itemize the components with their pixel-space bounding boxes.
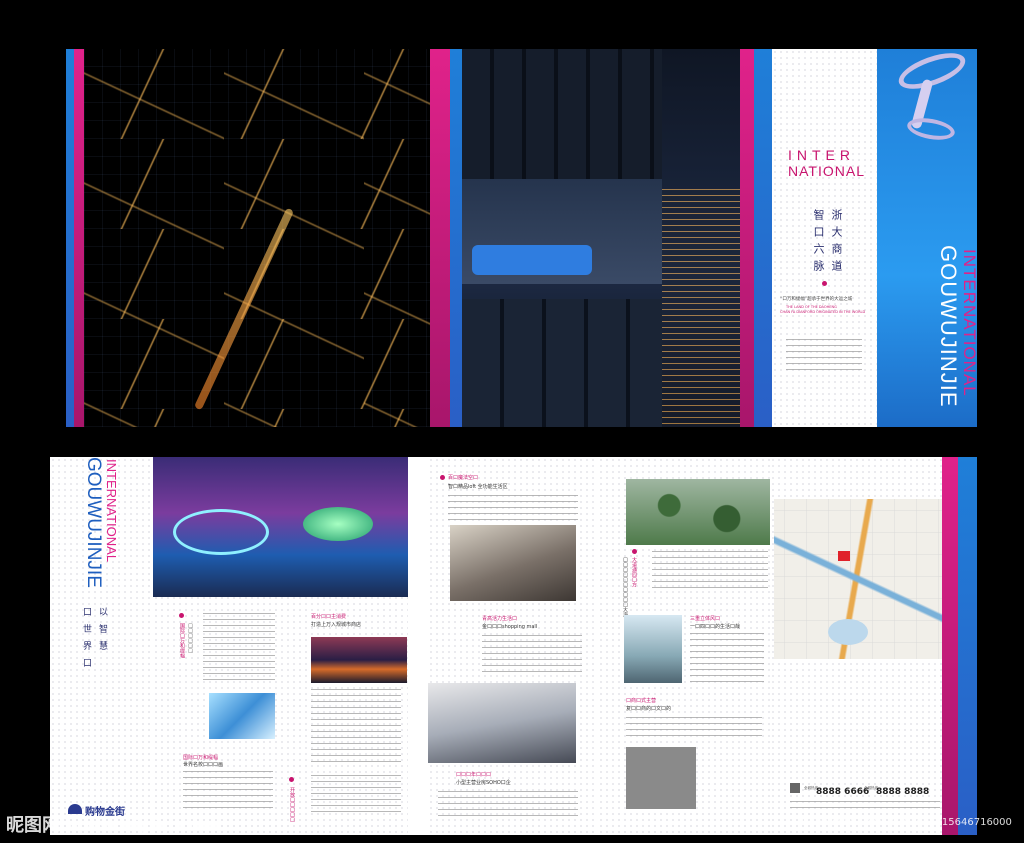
slogan-column-2: 口世界口 <box>81 607 91 675</box>
national-heading: NATIONAL <box>788 163 865 179</box>
bottom-spread: INTERNATIONAL GOUWUJINJIE 以智慧 口世界口 购物金街 … <box>50 457 977 835</box>
section4-sub: 金口口口shopping mall <box>482 624 538 630</box>
section7-title: 三重立体风口 <box>690 616 721 622</box>
contact-fine-print <box>790 801 940 813</box>
phone-number-a: 8888 6666 <box>816 787 870 797</box>
cover-brand-international: INTERNATIONAL <box>960 249 977 397</box>
map-lake <box>828 619 868 645</box>
top-spread: INTER NATIONAL 浙大商道 智口六脉 “口万和缇幅”超承于世界的大运… <box>50 49 977 427</box>
top-right-blue-stripe <box>754 49 772 427</box>
section1-body-text <box>203 613 275 683</box>
tagline-en-2: CHAN FA DIANFORD ORIGINATED IN THE WORLD <box>780 310 866 314</box>
top-left-pink-stripe <box>74 49 84 427</box>
blue-sofa <box>472 245 592 275</box>
ribbon-figure-illustration <box>877 49 977 159</box>
map-pink-stripe <box>942 457 958 835</box>
location-pin-icon <box>822 281 827 286</box>
office-interior-photo <box>428 683 576 763</box>
highway-interchange-photo <box>311 637 407 683</box>
section6-pin-icon <box>632 549 637 554</box>
info-panel: INTER NATIONAL 浙大商道 智口六脉 “口万和缇幅”超承于世界的大运… <box>772 49 877 427</box>
info-body-text <box>786 339 862 371</box>
nature-panel: 大道通四口方 口口口口口口口口口口大海 三重立体风口 一口四口口的生活口哉 口商… <box>598 457 770 835</box>
section3-sub: 智口精品loft 全功能生活区 <box>448 484 508 490</box>
section5-title: 口口口年口口口 <box>456 772 492 778</box>
brand-panel: INTERNATIONAL GOUWUJINJIE 以智慧 口世界口 购物金街 <box>50 457 153 835</box>
location-map <box>774 499 942 659</box>
section-world-sub: 世界名校口口口画 <box>183 762 224 768</box>
section5-body-text <box>438 791 578 821</box>
tower-atrium-photo <box>624 615 682 683</box>
section7-sub: 一口四口口的生活口哉 <box>690 624 741 630</box>
map-panel: 全城热线 8888 6666 全城热线 8888 8888 <box>770 457 977 835</box>
top-mid-blue-stripe <box>450 49 462 427</box>
city-night-aerial-photo <box>84 49 430 427</box>
section7-body-text <box>690 633 764 683</box>
section3-pin-icon <box>440 475 445 480</box>
watermark-site: 昵图网 www.nipic.com <box>6 815 220 836</box>
section2b-pin-icon <box>289 777 294 782</box>
section3-title: 百口魔法空口 <box>448 475 479 481</box>
section3-body-text <box>448 495 578 521</box>
glass-facade <box>462 49 662 179</box>
heading-column-2: 智口六脉 <box>812 209 825 277</box>
top-right-pink-stripe <box>740 49 754 427</box>
inter-heading: INTER <box>788 147 855 163</box>
skyline-lights <box>662 189 740 427</box>
section4-body-text <box>482 635 582 675</box>
section8-sub: 复口口商的口文口的 <box>626 706 672 712</box>
section8-body-text <box>626 717 762 741</box>
section6-title: 大道通四口方 <box>631 557 637 587</box>
section5-sub: 小型主营业房SOHO口企 <box>456 780 511 786</box>
brand-gouwujinjie: GOUWUJINJIE <box>83 457 104 588</box>
section4-title: 青高活力生活口 <box>482 616 518 622</box>
glass-corridor-photo <box>209 693 275 739</box>
section2-sub: 打造上万入规城市商店 <box>311 622 362 628</box>
section-world-title: 国际口万和缇幅 <box>183 755 219 761</box>
map-marker-icon <box>838 551 850 561</box>
section1-title: 国际口万和缇幅 <box>179 623 185 658</box>
section2b-body-text <box>311 775 401 815</box>
section2-title: 百分口口主消费 <box>311 614 347 620</box>
tagline-cn: “口万和缇幅”超承于世界的大运之城 <box>780 297 853 302</box>
tagline-en-1: THE LAND OF THE DAOHENG <box>786 305 837 309</box>
stadium-night-photo <box>153 457 408 597</box>
heading-column-1: 浙大商道 <box>830 209 843 277</box>
gray-image-placeholder <box>626 747 696 809</box>
side-caption-b: 开放口口口口口 <box>289 787 295 822</box>
cover-blue-panel: INTERNATIONAL GOUWUJINJIE <box>877 49 977 427</box>
section-world-body <box>183 771 273 811</box>
side-caption-a: 口口口口口口 <box>187 623 193 653</box>
section6-body-text <box>652 551 768 591</box>
brand-international: INTERNATIONAL <box>104 459 119 563</box>
section6-sub: 口口口口口口口口口口大海 <box>622 557 628 617</box>
stadium-panel: 国际口万和缇幅 口口口口口口 国际口万和缇幅 世界名校口口口画 百分口口主消费 … <box>153 457 408 835</box>
phone-number-b: 8888 8888 <box>876 787 930 797</box>
section8-title: 口商口式主营 <box>626 698 657 704</box>
tower-balcony-photo <box>462 49 740 427</box>
section2-body-text <box>311 689 401 765</box>
map-blue-stripe <box>958 457 977 835</box>
top-mid-pink-stripe <box>430 49 450 427</box>
section1-pin-icon <box>179 613 184 618</box>
wetland-forest-photo <box>626 479 770 545</box>
watermark-id: ID:28848883 NO:20201004215646716000 <box>798 817 1012 828</box>
slogan-column-1: 以智慧 <box>97 607 107 658</box>
interior-panel: 百口魔法空口 智口精品loft 全功能生活区 青高活力生活口 金口口口shopp… <box>428 457 598 835</box>
lower-facade <box>462 299 662 427</box>
cover-brand-gouwujinjie: GOUWUJINJIE <box>936 245 961 408</box>
loft-living-room-photo <box>450 525 576 601</box>
contact-logo-icon <box>790 783 800 793</box>
